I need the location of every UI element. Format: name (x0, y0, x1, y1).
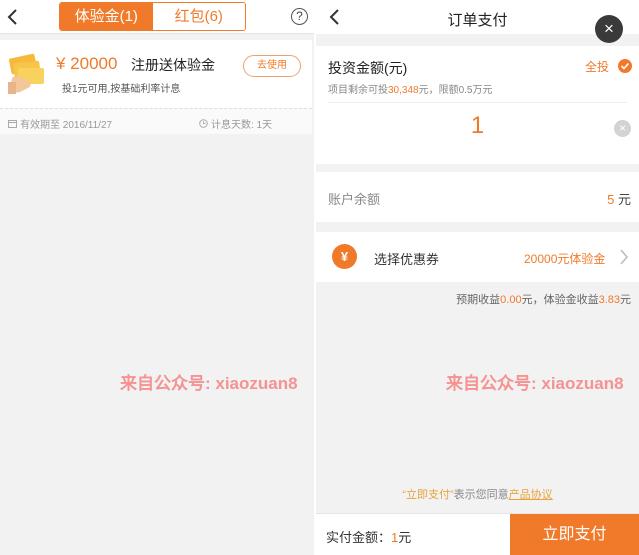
coupon-list-screen: 体验金(1) 红包(6) ? ¥ 20000 注册送体验金 投1元可用,按基础利… (0, 0, 314, 555)
trial-fund-coupon-card: ¥ 20000 注册送体验金 投1元可用,按基础利率计息 去使用 有效期至 20… (0, 40, 312, 134)
balance-label: 账户余额 (328, 192, 381, 207)
clock-icon (199, 119, 208, 128)
watermark: 来自公众号: xiaozuan8 (120, 374, 298, 393)
left-header: 体验金(1) 红包(6) ? (0, 0, 314, 34)
coupon-description: 投1元可用,按基础利率计息 (62, 84, 181, 95)
days-text: 计息天数: 1天 (211, 120, 273, 131)
expected-earnings: 预期收益0.00元，体验金收益3.83元 (456, 294, 631, 306)
coupon-interest-days: 计息天数: 1天 (199, 116, 272, 131)
use-coupon-button[interactable]: 去使用 (243, 55, 301, 77)
divider (328, 102, 627, 103)
select-coupon-row[interactable]: ¥ 选择优惠券 20000元体验金 (316, 232, 639, 282)
product-agreement-link[interactable]: 产品协议 (509, 489, 553, 501)
coupon-title: 注册送体验金 (131, 57, 215, 73)
help-icon[interactable]: ? (291, 8, 308, 25)
chevron-right-icon (619, 248, 629, 266)
coupon-amount: ¥ 20000 (56, 54, 118, 73)
order-payment-screen: 订单支付 × 投资金额(元) 项目剩余可投30,348元，限额0.5万元 全投 … (316, 0, 639, 555)
investment-amount-label: 投资金额(元) (328, 60, 408, 76)
coupon-expiry: 有效期至 2016/11/27 (8, 116, 112, 131)
payment-footer: 实付金额：1元 立即支付 (316, 513, 639, 555)
calendar-icon (8, 119, 17, 128)
page-title: 订单支付 (447, 12, 508, 29)
account-balance-row: 账户余额 5 元 (316, 172, 639, 222)
invest-all-label[interactable]: 全投 (585, 58, 609, 75)
investment-limit-note: 项目剩余可投30,348元，限额0.5万元 (328, 85, 493, 96)
investment-amount-section: 投资金额(元) 项目剩余可投30,348元，限额0.5万元 全投 1 × (316, 46, 639, 164)
actual-payment: 实付金额：1元 (326, 530, 412, 545)
watermark: 来自公众号: xiaozuan8 (446, 374, 624, 393)
trial-fund-earnings-value: 3.83 (598, 294, 620, 306)
remaining-amount: 30,348 (388, 85, 419, 96)
balance-value: 5 元 (607, 192, 631, 207)
clear-input-icon[interactable]: × (614, 120, 631, 137)
checkmark-icon[interactable] (618, 59, 632, 73)
money-hand-icon (6, 52, 48, 96)
back-arrow-icon[interactable] (6, 8, 20, 26)
yen-coin-icon: ¥ (332, 244, 357, 269)
select-coupon-label: 选择优惠券 (374, 252, 440, 267)
agreement-notice: “立即支付”表示您同意产品协议 (402, 489, 553, 501)
tab-trial-fund[interactable]: 体验金(1) (60, 3, 153, 30)
coupon-type-tabs: 体验金(1) 红包(6) (59, 2, 246, 31)
close-icon[interactable]: × (595, 15, 623, 43)
right-header: 订单支付 (316, 0, 639, 34)
tab-red-packet[interactable]: 红包(6) (152, 3, 245, 30)
pay-now-button[interactable]: 立即支付 (510, 514, 639, 555)
expected-earnings-value: 0.00 (500, 294, 522, 306)
expiry-text: 有效期至 2016/11/27 (20, 120, 113, 131)
investment-amount-input[interactable]: 1 (316, 112, 639, 140)
selected-coupon-value: 20000元体验金 (524, 252, 606, 266)
